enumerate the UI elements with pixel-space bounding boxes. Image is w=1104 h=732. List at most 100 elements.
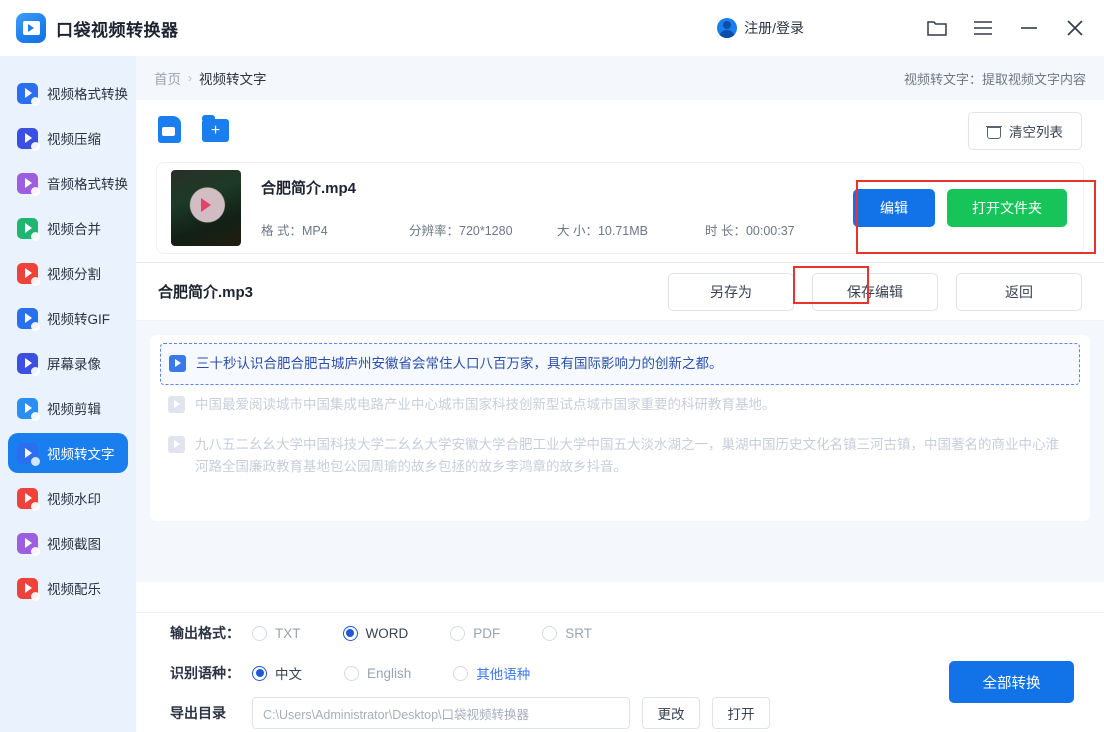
sidebar-item-label: 视频转GIF <box>47 312 110 327</box>
editor-header: 合肥简介.mp3 另存为 保存编辑 返回 <box>136 263 1104 321</box>
sidebar-item-label: 视频压缩 <box>47 132 101 147</box>
video-watermark-icon <box>17 487 40 511</box>
transcript-text: 中国最爱阅读城市中国集成电路产业中心城市国家科技创新型试点城市国家重要的科研教育… <box>195 397 776 412</box>
radio-dot <box>542 625 558 641</box>
screen-record-icon <box>17 352 40 376</box>
open-folder-button[interactable]: 打开文件夹 <box>947 189 1067 227</box>
radio-label: SRT <box>565 625 593 641</box>
file-row[interactable]: 合肥简介.mp4 格 式：MP4 分辨率：720*1280 大 小：10.71M… <box>156 162 1084 254</box>
radio-language-english[interactable]: English <box>344 665 412 681</box>
radio-dot <box>342 625 358 641</box>
play-icon[interactable] <box>168 396 185 413</box>
radio-output-srt[interactable]: SRT <box>542 625 593 641</box>
sidebar-item-label: 视频格式转换 <box>47 87 128 102</box>
video-to-text-icon <box>17 442 40 466</box>
radio-label: WORD <box>365 625 409 641</box>
radio-output-txt[interactable]: TXT <box>252 625 301 641</box>
account-button[interactable]: 注册/登录 <box>717 18 804 38</box>
radio-output-word[interactable]: WORD <box>342 625 409 641</box>
radio-output-pdf[interactable]: PDF <box>450 625 501 641</box>
editor-file-name: 合肥简介.mp3 <box>158 284 254 301</box>
file-attr-resolution: 分辨率：720*1280 <box>409 224 513 238</box>
file-list: 合肥简介.mp4 格 式：MP4 分辨率：720*1280 大 小：10.71M… <box>136 162 1104 254</box>
save-edit-button[interactable]: 保存编辑 <box>812 272 938 311</box>
transcript-editor-panel: 合肥简介.mp3 另存为 保存编辑 返回 三十秒认识合肥合肥古城庐州安徽省会常住… <box>136 262 1104 582</box>
video-thumbnail <box>171 170 241 246</box>
transcript-line[interactable]: 九八五二幺幺大学中国科技大学二幺幺大学安徽大学合肥工业大学中国五大淡水湖之一，巢… <box>160 425 1080 487</box>
hamburger-menu-icon[interactable] <box>960 8 1006 48</box>
audio-convert-icon <box>17 172 40 196</box>
sidebar-item-label: 视频水印 <box>47 492 101 507</box>
radio-dot <box>453 665 469 681</box>
radio-label: 其他语种 <box>476 667 531 682</box>
clear-list-button[interactable]: 清空列表 <box>968 112 1082 150</box>
close-icon[interactable] <box>1052 8 1098 48</box>
back-button[interactable]: 返回 <box>956 272 1082 311</box>
clear-list-label: 清空列表 <box>1009 125 1063 140</box>
open-dir-button[interactable]: 打开 <box>712 697 770 729</box>
sidebar-item-video-compress[interactable]: 视频压缩 <box>8 118 128 158</box>
avatar-icon <box>717 18 738 38</box>
title-bar: 口袋视频转换器 注册/登录 <box>0 0 1104 56</box>
radio-language-other[interactable]: 其他语种 <box>453 663 530 683</box>
export-dir-input[interactable] <box>252 697 630 729</box>
transcript-line[interactable]: 三十秒认识合肥合肥古城庐州安徽省会常住人口八百万家，具有国际影响力的创新之都。 <box>160 343 1080 385</box>
sidebar-item-label: 视频配乐 <box>47 582 101 597</box>
trash-icon <box>986 124 1002 139</box>
transcript-text: 九八五二幺幺大学中国科技大学二幺幺大学安徽大学合肥工业大学中国五大淡水湖之一，巢… <box>195 437 1059 474</box>
sidebar-item-label: 视频分割 <box>47 267 101 282</box>
output-format-label: 输出格式： <box>170 625 240 641</box>
video-convert-icon <box>17 82 40 106</box>
sidebar-item-video-format-convert[interactable]: 视频格式转换 <box>8 73 128 113</box>
sidebar-item-video-split[interactable]: 视频分割 <box>8 253 128 293</box>
editor-body: 三十秒认识合肥合肥古城庐州安徽省会常住人口八百万家，具有国际影响力的创新之都。 … <box>136 321 1104 521</box>
radio-dot <box>252 625 267 641</box>
video-clip-icon <box>17 397 40 421</box>
radio-language-chinese[interactable]: 中文 <box>252 663 302 683</box>
transcript-line[interactable]: 中国最爱阅读城市中国集成电路产业中心城市国家科技创新型试点城市国家重要的科研教育… <box>160 385 1080 425</box>
editor-actions: 另存为 保存编辑 返回 <box>668 272 1082 311</box>
sidebar-item-label: 视频截图 <box>47 537 101 552</box>
folder-icon[interactable] <box>914 8 960 48</box>
main-content: 首页 › 视频转文字 视频转文字：提取视频文字内容 清空列表 合肥简介.mp4 … <box>136 56 1104 732</box>
save-as-button[interactable]: 另存为 <box>668 272 794 311</box>
sidebar-item-video-watermark[interactable]: 视频水印 <box>8 478 128 518</box>
breadcrumb-home[interactable]: 首页 <box>154 68 181 88</box>
file-attr-duration: 时 长：00:00:37 <box>705 224 795 238</box>
sidebar-item-video-music[interactable]: 视频配乐 <box>8 568 128 608</box>
minimize-icon[interactable] <box>1006 8 1052 48</box>
sidebar-item-label: 音频格式转换 <box>47 177 128 192</box>
breadcrumb: 首页 › 视频转文字 视频转文字：提取视频文字内容 <box>136 56 1104 100</box>
account-label: 注册/登录 <box>744 20 804 36</box>
add-file-icon[interactable] <box>158 116 188 146</box>
output-format-row: 输出格式： TXT WORD PDF SRT <box>136 613 1104 653</box>
video-split-icon <box>17 262 40 286</box>
radio-label: English <box>367 665 412 681</box>
video-merge-icon <box>17 217 40 241</box>
app-brand: 口袋视频转换器 <box>16 13 179 43</box>
change-dir-button[interactable]: 更改 <box>642 697 700 729</box>
sidebar-item-video-clip[interactable]: 视频剪辑 <box>8 388 128 428</box>
play-icon[interactable] <box>169 355 186 372</box>
sidebar-item-video-to-text[interactable]: 视频转文字 <box>8 433 128 473</box>
sidebar-item-label: 视频合并 <box>47 222 101 237</box>
sidebar-item-audio-format-convert[interactable]: 音频格式转换 <box>8 163 128 203</box>
convert-all-button[interactable]: 全部转换 <box>949 661 1074 703</box>
breadcrumb-separator: › <box>188 71 192 85</box>
add-folder-icon[interactable] <box>202 115 232 146</box>
video-music-icon <box>17 577 40 601</box>
sidebar-item-video-screenshot[interactable]: 视频截图 <box>8 523 128 563</box>
edit-button[interactable]: 编辑 <box>853 189 935 227</box>
play-icon[interactable] <box>168 436 185 453</box>
video-screenshot-icon <box>17 532 40 556</box>
sidebar-item-video-merge[interactable]: 视频合并 <box>8 208 128 248</box>
sidebar-item-screen-record[interactable]: 屏幕录像 <box>8 343 128 383</box>
module-hint: 视频转文字：提取视频文字内容 <box>903 71 1086 87</box>
video-compress-icon <box>17 127 40 151</box>
transcript-list: 三十秒认识合肥合肥古城庐州安徽省会常住人口八百万家，具有国际影响力的创新之都。 … <box>150 335 1090 521</box>
radio-label: PDF <box>473 625 501 641</box>
radio-dot <box>344 665 359 681</box>
sidebar-item-video-to-gif[interactable]: 视频转GIF <box>8 298 128 338</box>
radio-label: TXT <box>275 625 301 641</box>
app-logo-icon <box>16 13 46 43</box>
